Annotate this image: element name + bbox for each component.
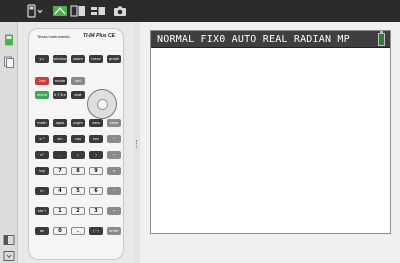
documents-tab-icon[interactable] — [3, 56, 15, 68]
battery-icon — [378, 33, 385, 46]
calculator-icon — [27, 4, 43, 18]
key-row7-2[interactable]: 8 — [71, 167, 85, 175]
key-row9-4[interactable]: + — [107, 207, 121, 215]
panel-layout-icon[interactable] — [3, 234, 15, 246]
key-row2-2[interactable]: del — [71, 77, 85, 85]
key-row10-2[interactable]: . — [71, 227, 85, 235]
keypad-view-button[interactable] — [52, 3, 68, 19]
calculator-model: TI-84 Plus CE — [83, 33, 115, 39]
screen-view-icon — [91, 7, 105, 15]
key-row2-1[interactable]: mode — [53, 77, 67, 85]
key-row9-2[interactable]: 2 — [71, 207, 85, 215]
key-row5-3[interactable]: tan — [89, 135, 103, 143]
key-row6-2[interactable]: ( — [71, 151, 85, 159]
key-row5-1[interactable]: sin — [53, 135, 67, 143]
key-row7-4[interactable]: × — [107, 167, 121, 175]
arrow-pad[interactable] — [87, 89, 117, 119]
calculator-tab-icon[interactable] — [3, 34, 15, 46]
key-row4-3[interactable]: vars — [89, 119, 103, 127]
key-row10-3[interactable]: (−) — [89, 227, 103, 235]
splitter-grip-icon — [136, 140, 138, 148]
calculator-menu-button[interactable] — [26, 3, 44, 19]
key-row1-0[interactable]: y= — [35, 55, 49, 63]
key-row10-1[interactable]: 0 — [53, 227, 67, 235]
camera-icon — [114, 6, 126, 16]
key-row6-0[interactable]: x² — [35, 151, 49, 159]
key-row2-0[interactable]: 2nd — [35, 77, 49, 85]
key-row5-4[interactable]: ^ — [107, 135, 121, 143]
key-row9-1[interactable]: 1 — [53, 207, 67, 215]
key-row4-0[interactable]: math — [35, 119, 49, 127]
keypad-icon — [53, 6, 67, 16]
key-row1-1[interactable]: window — [53, 55, 67, 63]
key-row5-0[interactable]: x⁻¹ — [35, 135, 49, 143]
key-row6-4[interactable]: ÷ — [107, 151, 121, 159]
key-row5-2[interactable]: cos — [71, 135, 85, 143]
arrow-pad-center — [97, 99, 108, 110]
key-row6-3[interactable]: ) — [89, 151, 103, 159]
key-row10-4[interactable]: enter — [107, 227, 121, 235]
top-toolbar — [0, 0, 400, 22]
key-row9-0[interactable]: sto→ — [35, 207, 49, 215]
calculator-screen-pane: NORMAL FIX0 AUTO REAL RADIAN MP — [140, 22, 400, 263]
key-row8-1[interactable]: 4 — [53, 187, 67, 195]
key-row9-3[interactable]: 3 — [89, 207, 103, 215]
key-row3-1[interactable]: X,T,θ,n — [53, 91, 67, 99]
key-row7-0[interactable]: log — [35, 167, 49, 175]
key-row4-2[interactable]: prgm — [71, 119, 85, 127]
key-row1-2[interactable]: zoom — [71, 55, 85, 63]
calculator-body: Texas Instruments TI-84 Plus CE y= window… — [28, 28, 124, 260]
key-row8-3[interactable]: 6 — [89, 187, 103, 195]
screen-view-button[interactable] — [90, 3, 106, 19]
key-row4-4[interactable]: clear — [107, 119, 121, 127]
calculator-status-bar: NORMAL FIX0 AUTO REAL RADIAN MP — [151, 31, 390, 48]
key-row7-3[interactable]: 9 — [89, 167, 103, 175]
calculator-keypad-pane: Texas Instruments TI-84 Plus CE y= window… — [18, 22, 134, 263]
key-row3-2[interactable]: stat — [71, 91, 85, 99]
key-row7-1[interactable]: 7 — [53, 167, 67, 175]
key-row3-0[interactable]: alpha — [35, 91, 49, 99]
screenshot-button[interactable] — [112, 3, 128, 19]
calculator-screen[interactable]: NORMAL FIX0 AUTO REAL RADIAN MP — [150, 30, 391, 234]
key-row1-4[interactable]: graph — [107, 55, 121, 63]
key-row6-1[interactable]: , — [53, 151, 67, 159]
split-view-icon — [70, 5, 85, 17]
left-sidebar — [0, 22, 18, 263]
calculator-brand: Texas Instruments — [37, 34, 70, 39]
key-row8-4[interactable]: − — [107, 187, 121, 195]
key-row4-1[interactable]: apps — [53, 119, 67, 127]
status-text: NORMAL FIX0 AUTO REAL RADIAN MP — [157, 34, 350, 45]
key-row8-0[interactable]: ln — [35, 187, 49, 195]
key-row1-3[interactable]: trace — [89, 55, 103, 63]
key-row10-0[interactable]: on — [35, 227, 49, 235]
collapse-panel-icon[interactable] — [3, 250, 15, 262]
split-view-button[interactable] — [70, 3, 86, 19]
key-row8-2[interactable]: 5 — [71, 187, 85, 195]
